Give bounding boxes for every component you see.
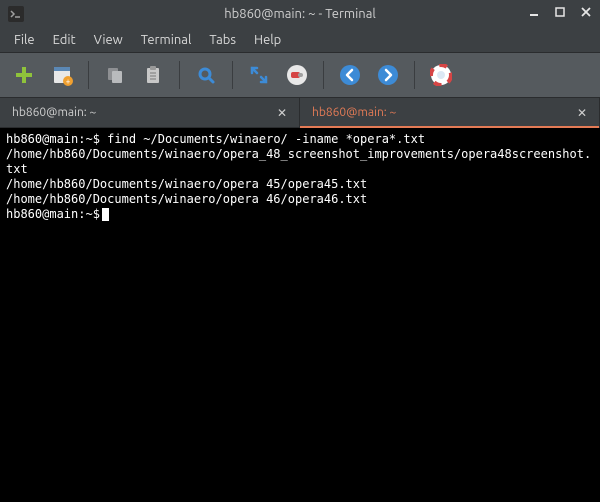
minimize-button[interactable]	[526, 4, 542, 20]
plus-icon	[13, 64, 35, 86]
preferences-button[interactable]	[283, 61, 311, 89]
search-icon	[196, 65, 216, 85]
back-icon	[339, 64, 361, 86]
cursor	[102, 208, 109, 221]
svg-text:+: +	[66, 77, 71, 86]
terminal-app-icon	[8, 6, 24, 25]
paste-button[interactable]	[139, 61, 167, 89]
toolbar-separator	[179, 61, 180, 89]
prompt: hb860@main:~$	[6, 207, 100, 221]
tab-1[interactable]: hb860@main: ~ ✕	[300, 98, 600, 127]
toolbar-separator	[232, 61, 233, 89]
new-window-button[interactable]: +	[48, 61, 76, 89]
tab-label: hb860@main: ~	[12, 106, 96, 119]
forward-icon	[377, 64, 399, 86]
output-line: /home/hb860/Documents/winaero/opera_48_s…	[6, 147, 594, 177]
tab-close-button[interactable]: ✕	[577, 106, 587, 120]
new-window-icon: +	[51, 64, 73, 86]
terminal-viewport[interactable]: hb860@main:~$ find ~/Documents/winaero/ …	[0, 128, 600, 502]
tab-0[interactable]: hb860@main: ~ ✕	[0, 98, 300, 127]
output-line: /home/hb860/Documents/winaero/opera 46/o…	[6, 192, 594, 207]
fullscreen-icon	[249, 65, 269, 85]
menu-tabs[interactable]: Tabs	[201, 31, 244, 49]
copy-icon	[105, 65, 125, 85]
tab-label: hb860@main: ~	[312, 106, 396, 119]
lifebuoy-icon	[430, 64, 452, 86]
menu-edit[interactable]: Edit	[45, 31, 84, 49]
menu-file[interactable]: File	[6, 31, 43, 49]
titlebar: hb860@main: ~ - Terminal	[0, 0, 600, 28]
maximize-button[interactable]	[552, 4, 568, 20]
menu-view[interactable]: View	[86, 31, 131, 49]
menu-terminal[interactable]: Terminal	[133, 31, 200, 49]
close-button[interactable]	[578, 4, 594, 20]
toolbar-separator	[323, 61, 324, 89]
fullscreen-button[interactable]	[245, 61, 273, 89]
new-tab-button[interactable]	[10, 61, 38, 89]
search-button[interactable]	[192, 61, 220, 89]
tab-close-button[interactable]: ✕	[277, 106, 287, 120]
prompt: hb860@main:~$	[6, 132, 100, 146]
toolbar-separator	[88, 61, 89, 89]
toolbar-separator	[414, 61, 415, 89]
tabstrip: hb860@main: ~ ✕ hb860@main: ~ ✕	[0, 98, 600, 128]
command-text: find ~/Documents/winaero/ -iname *opera*…	[107, 132, 425, 146]
window-controls	[526, 4, 594, 20]
prev-tab-button[interactable]	[336, 61, 364, 89]
output-line: /home/hb860/Documents/winaero/opera 45/o…	[6, 177, 594, 192]
window-title: hb860@main: ~ - Terminal	[224, 7, 376, 21]
next-tab-button[interactable]	[374, 61, 402, 89]
menubar: File Edit View Terminal Tabs Help	[0, 28, 600, 52]
copy-button[interactable]	[101, 61, 129, 89]
paste-icon	[143, 65, 163, 85]
toolbar: +	[0, 52, 600, 98]
preferences-icon	[286, 64, 308, 86]
menu-help[interactable]: Help	[246, 31, 289, 49]
help-button[interactable]	[427, 61, 455, 89]
